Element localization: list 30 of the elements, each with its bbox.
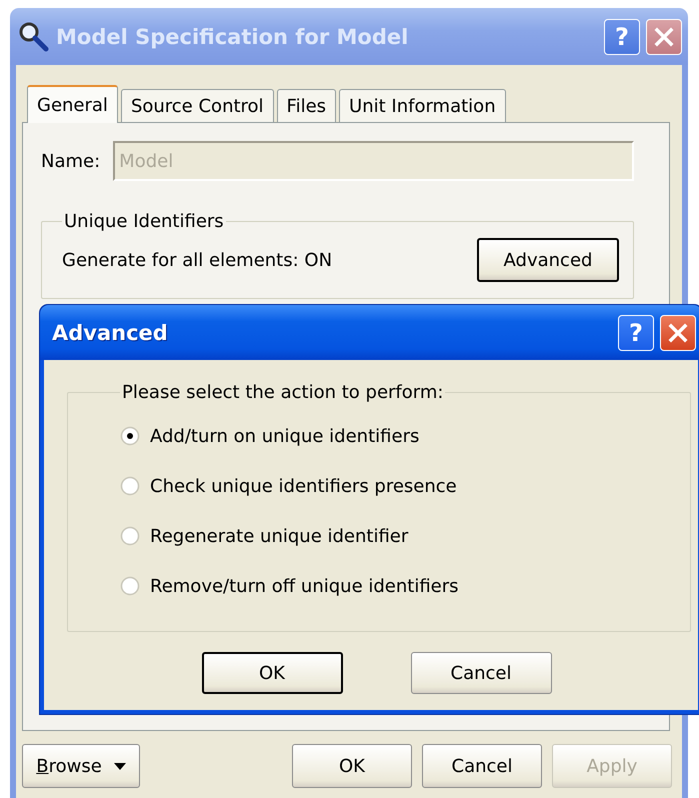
- magnifier-icon: [18, 20, 50, 52]
- close-icon: [654, 26, 674, 46]
- radio-button[interactable]: [120, 526, 140, 546]
- group-title: Unique Identifiers: [63, 211, 225, 232]
- tab[interactable]: Source Control: [120, 89, 274, 122]
- close-button[interactable]: [660, 314, 696, 350]
- tab[interactable]: General: [27, 85, 118, 123]
- dialog-button[interactable]: Cancel: [422, 744, 542, 788]
- radio-button[interactable]: [120, 426, 140, 446]
- browse-button[interactable]: Browse: [22, 744, 140, 788]
- tab[interactable]: Files: [276, 89, 336, 122]
- name-label: Name:: [41, 150, 100, 172]
- help-button[interactable]: ?: [618, 314, 654, 350]
- dialog-button[interactable]: OK: [202, 652, 342, 694]
- radio-button[interactable]: [120, 476, 140, 496]
- tab[interactable]: Unit Information: [339, 89, 506, 122]
- advanced-button[interactable]: Advanced: [477, 238, 619, 282]
- caret-icon: [114, 762, 126, 770]
- option-label[interactable]: Remove/turn off unique identifiers: [150, 576, 459, 596]
- status-text: Generate for all elements: ON: [62, 250, 334, 270]
- window-title: Model Specification for Model: [56, 24, 410, 48]
- option-label[interactable]: Check unique identifiers presence: [150, 476, 457, 496]
- option-label[interactable]: Regenerate unique identifier: [150, 526, 408, 546]
- close-icon: [668, 322, 688, 342]
- dialog-button[interactable]: OK: [292, 744, 412, 788]
- option-label[interactable]: Add/turn on unique identifiers: [150, 426, 420, 446]
- dialog-button[interactable]: Cancel: [410, 652, 552, 694]
- group-title: Please select the action to perform:: [121, 382, 444, 403]
- window-title: Advanced: [52, 320, 169, 344]
- radio-button[interactable]: [120, 576, 140, 596]
